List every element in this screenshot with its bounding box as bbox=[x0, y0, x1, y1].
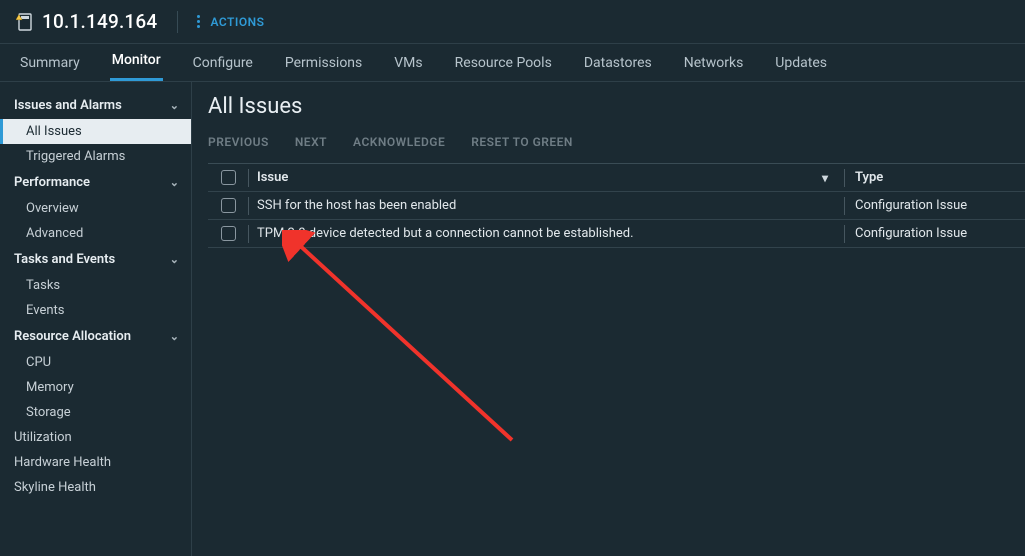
sidebar-group-performance[interactable]: Performance ⌄ bbox=[0, 169, 191, 196]
tab-monitor[interactable]: Monitor bbox=[110, 52, 163, 81]
issue-cell: SSH for the host has been enabled bbox=[249, 198, 844, 213]
sidebar-group-issues-alarms[interactable]: Issues and Alarms ⌄ bbox=[0, 92, 191, 119]
sidebar-group-label: Performance bbox=[14, 175, 90, 190]
sidebar-item-events[interactable]: Events bbox=[0, 298, 191, 323]
type-cell: Configuration Issue bbox=[845, 226, 1025, 241]
tab-datastores[interactable]: Datastores bbox=[582, 55, 654, 81]
chevron-down-icon: ⌄ bbox=[170, 253, 179, 266]
issue-actions: PREVIOUS NEXT ACKNOWLEDGE RESET TO GREEN bbox=[208, 135, 1025, 163]
host-warning-icon bbox=[16, 13, 34, 31]
table-row[interactable]: SSH for the host has been enabled Config… bbox=[208, 192, 1025, 220]
sidebar-item-storage[interactable]: Storage bbox=[0, 400, 191, 425]
tab-resource-pools[interactable]: Resource Pools bbox=[453, 55, 554, 81]
table-header: Issue ▾ Type bbox=[208, 164, 1025, 192]
page-title: All Issues bbox=[208, 94, 1025, 119]
row-checkbox[interactable] bbox=[221, 226, 236, 241]
annotation-arrow bbox=[282, 230, 542, 460]
sidebar-item-advanced[interactable]: Advanced bbox=[0, 221, 191, 246]
filter-icon[interactable]: ▾ bbox=[822, 171, 834, 185]
sidebar-item-overview[interactable]: Overview bbox=[0, 196, 191, 221]
sidebar-group-label: Tasks and Events bbox=[14, 252, 115, 267]
tab-networks[interactable]: Networks bbox=[682, 55, 746, 81]
type-cell: Configuration Issue bbox=[845, 198, 1025, 213]
column-header-issue[interactable]: Issue bbox=[257, 170, 288, 185]
primary-tabs: Summary Monitor Configure Permissions VM… bbox=[0, 44, 1025, 82]
issue-cell: TPM 2.0 device detected but a connection… bbox=[249, 226, 844, 241]
divider bbox=[177, 11, 178, 33]
table-row[interactable]: TPM 2.0 device detected but a connection… bbox=[208, 220, 1025, 248]
sidebar-group-label: Resource Allocation bbox=[14, 329, 131, 344]
sidebar-group-resource-allocation[interactable]: Resource Allocation ⌄ bbox=[0, 323, 191, 350]
monitor-sidebar: Issues and Alarms ⌄ All Issues Triggered… bbox=[0, 82, 192, 556]
sidebar-item-cpu[interactable]: CPU bbox=[0, 350, 191, 375]
kebab-icon[interactable] bbox=[192, 15, 204, 28]
sidebar-item-all-issues[interactable]: All Issues bbox=[0, 119, 191, 144]
column-header-type[interactable]: Type bbox=[845, 170, 1025, 185]
sidebar-item-triggered-alarms[interactable]: Triggered Alarms bbox=[0, 144, 191, 169]
tab-vms[interactable]: VMs bbox=[392, 55, 424, 81]
reset-to-green-button[interactable]: RESET TO GREEN bbox=[471, 135, 573, 149]
sidebar-group-tasks-events[interactable]: Tasks and Events ⌄ bbox=[0, 246, 191, 273]
sidebar-item-tasks[interactable]: Tasks bbox=[0, 273, 191, 298]
sidebar-item-memory[interactable]: Memory bbox=[0, 375, 191, 400]
previous-button[interactable]: PREVIOUS bbox=[208, 135, 269, 149]
sidebar-item-utilization[interactable]: Utilization bbox=[0, 425, 191, 450]
issues-table: Issue ▾ Type SSH for the host has been e… bbox=[208, 163, 1025, 248]
tab-permissions[interactable]: Permissions bbox=[283, 55, 364, 81]
main-panel: All Issues PREVIOUS NEXT ACKNOWLEDGE RES… bbox=[192, 82, 1025, 556]
sidebar-item-hardware-health[interactable]: Hardware Health bbox=[0, 450, 191, 475]
chevron-down-icon: ⌄ bbox=[170, 176, 179, 189]
chevron-down-icon: ⌄ bbox=[170, 330, 179, 343]
row-checkbox[interactable] bbox=[221, 198, 236, 213]
acknowledge-button[interactable]: ACKNOWLEDGE bbox=[353, 135, 445, 149]
actions-menu[interactable]: ACTIONS bbox=[210, 15, 264, 29]
chevron-down-icon: ⌄ bbox=[170, 99, 179, 112]
tab-summary[interactable]: Summary bbox=[18, 55, 82, 81]
tab-configure[interactable]: Configure bbox=[191, 55, 255, 81]
sidebar-item-skyline-health[interactable]: Skyline Health bbox=[0, 475, 191, 500]
sidebar-group-label: Issues and Alarms bbox=[14, 98, 122, 113]
host-ip: 10.1.149.164 bbox=[42, 10, 157, 33]
title-bar: 10.1.149.164 ACTIONS bbox=[0, 0, 1025, 44]
tab-updates[interactable]: Updates bbox=[773, 55, 829, 81]
next-button[interactable]: NEXT bbox=[295, 135, 327, 149]
select-all-checkbox[interactable] bbox=[221, 170, 236, 185]
